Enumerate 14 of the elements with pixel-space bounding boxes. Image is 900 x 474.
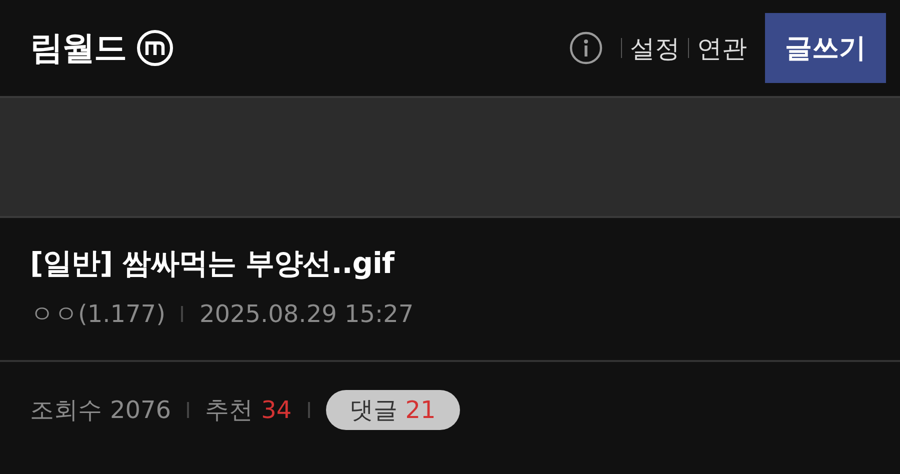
info-icon[interactable] [569,31,603,65]
write-button[interactable]: 글쓰기 [765,13,886,83]
header-link[interactable]: 설정 [630,32,680,64]
stat-value: 2076 [110,396,172,424]
post-date: 2025.08.29 15:27 [199,300,414,328]
header-link[interactable]: 연관 [697,32,747,64]
stat-label: 추천 [205,395,254,426]
site-logo[interactable]: 림월드 [30,26,126,70]
comment-count-button[interactable]: 댓글 21 [326,390,460,430]
post-author: ㅇㅇ(1.177) [30,299,166,330]
post-title: [일반] 쌈싸먹는 부양선..gif [30,245,396,282]
stat-label: 조회수 [30,395,102,426]
gallery-badge-icon [136,29,174,67]
stat-value: 34 [261,396,292,424]
